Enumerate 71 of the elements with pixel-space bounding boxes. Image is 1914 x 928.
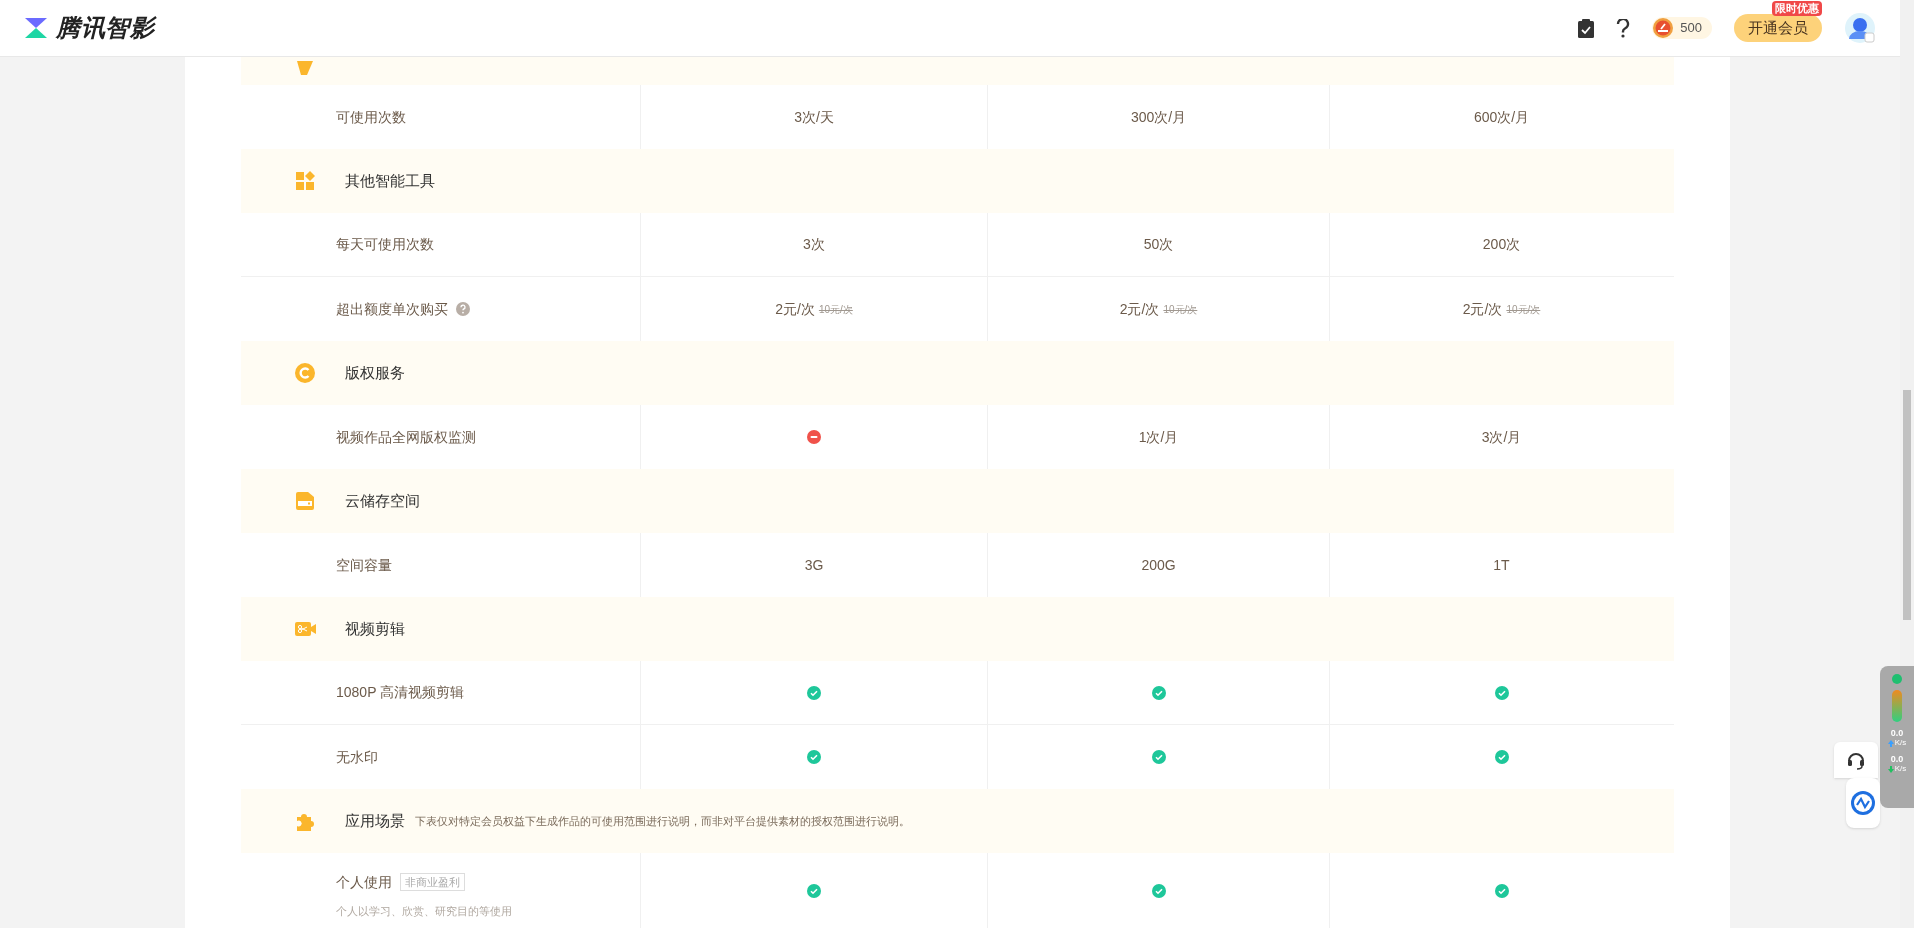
feature-label: 空间容量	[336, 555, 392, 575]
price-text: 2元/次	[775, 299, 815, 319]
help-icon[interactable]	[1616, 18, 1631, 38]
value-text: 200次	[1482, 235, 1521, 254]
check-icon	[1151, 685, 1166, 700]
logo-icon	[24, 16, 48, 40]
price-text: 2元/次	[1119, 299, 1160, 319]
promo-badge: 限时优惠	[1772, 1, 1822, 16]
feature-label: 每天可使用次数	[336, 235, 434, 254]
original-price: 10元/次	[1506, 302, 1541, 317]
status-dot-icon	[1892, 674, 1902, 684]
check-icon	[807, 883, 821, 898]
puzzle-icon	[295, 811, 316, 831]
headset-icon[interactable]	[1846, 750, 1866, 770]
check-icon	[1151, 750, 1166, 764]
feature-description: 个人以学习、欣赏、研究目的等使用	[336, 903, 513, 919]
video-camera-scissors-icon	[295, 619, 316, 639]
section-title: 云储存空间	[345, 490, 420, 511]
logo-text: 腾讯智影	[56, 13, 155, 43]
value-text: 600次/月	[1473, 107, 1530, 127]
upload-arrow-icon	[1887, 739, 1894, 747]
check-icon	[807, 750, 821, 764]
speed-unit: K/s	[1894, 738, 1907, 748]
check-icon	[1494, 883, 1509, 898]
value-text: 50次	[1143, 235, 1174, 254]
check-icon	[1494, 685, 1509, 700]
coin-count: 500	[1680, 19, 1702, 38]
feature-label: 超出额度单次购买	[336, 299, 448, 319]
value-text: 3G	[804, 555, 824, 575]
original-price: 10元/次	[818, 302, 853, 317]
value-text: 200G	[1141, 555, 1176, 575]
feature-label: 1080P 高清视频剪辑	[336, 683, 465, 702]
load-meter-icon	[1892, 690, 1902, 722]
check-icon	[1151, 883, 1166, 898]
speed-value: 0.0	[1890, 754, 1904, 764]
speed-unit: K/s	[1894, 764, 1907, 774]
value-text: 300次/月	[1130, 107, 1187, 127]
value-text: 3次/月	[1481, 427, 1522, 447]
section-title: 其他智能工具	[345, 170, 435, 191]
section-title: 版权服务	[345, 362, 405, 383]
avatar[interactable]	[1844, 12, 1876, 44]
feature-label: 无水印	[336, 747, 378, 767]
storage-icon	[295, 491, 316, 511]
unavailable-icon	[807, 430, 821, 444]
check-icon	[807, 685, 821, 700]
copyright-icon	[295, 363, 316, 383]
coin-icon	[1652, 17, 1675, 39]
check-icon	[1494, 750, 1509, 764]
original-price: 10元/次	[1163, 302, 1198, 317]
app-badge[interactable]	[1846, 778, 1880, 828]
feature-label: 视频作品全网版权监测	[336, 427, 476, 447]
value-text: 3次	[803, 235, 825, 254]
feature-label: 个人使用	[336, 872, 392, 892]
clipboard-check-icon[interactable]	[1578, 18, 1595, 38]
feature-label: 可使用次数	[336, 107, 406, 127]
vip-button[interactable]: 开通会员	[1734, 14, 1822, 42]
section-title: 应用场景	[345, 810, 405, 831]
shapes-icon	[295, 171, 316, 191]
value-text: 3次/天	[794, 107, 834, 127]
speed-value: 0.0	[1890, 728, 1904, 738]
section-note: 下表仅对特定会员权益下生成作品的可使用范围进行说明，而非对平台提供素材的授权范围进行说明。	[415, 813, 910, 829]
scrollbar-thumb[interactable]	[1903, 390, 1911, 620]
coin-balance[interactable]: 500	[1652, 17, 1712, 39]
value-text: 1次/月	[1138, 427, 1179, 447]
download-arrow-icon	[1887, 765, 1894, 773]
price-text: 2元/次	[1462, 299, 1503, 319]
support-panel[interactable]	[1834, 742, 1878, 778]
value-text: 1T	[1493, 555, 1510, 575]
tag: 非商业盈利	[400, 873, 465, 892]
section-title: 视频剪辑	[345, 618, 405, 639]
sync-logo-icon[interactable]	[1850, 790, 1876, 816]
